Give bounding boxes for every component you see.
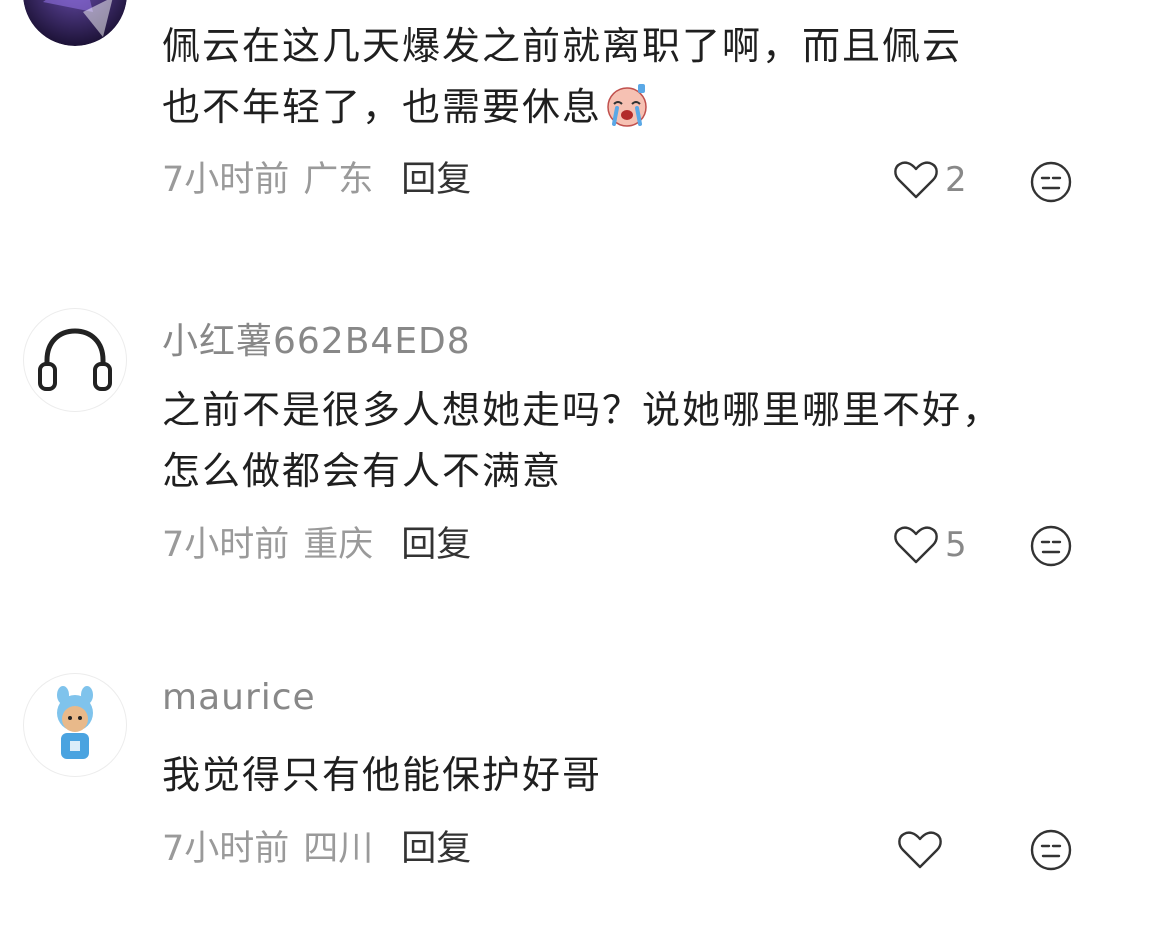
crying-face-icon (602, 84, 652, 146)
username[interactable]: 小红薯662B4ED8 (162, 312, 471, 364)
avatar[interactable] (23, 673, 127, 777)
reply-button[interactable]: 回复 (401, 160, 471, 200)
comment-line: 我觉得只有他能保护好哥 (162, 753, 603, 797)
reply-button[interactable]: 回复 (401, 829, 471, 869)
comment-line: 也不年轻了，也需要休息 (162, 77, 1122, 146)
heart-icon (898, 831, 942, 869)
comment-line: 佩云在这几天爆发之前就离职了啊，而且佩云 (162, 24, 963, 68)
comment-time: 7小时前 (162, 829, 290, 869)
comment-line: 怎么做都会有人不满意 (162, 449, 563, 493)
comment-line-text: 也不年轻了，也需要休息 (162, 85, 603, 129)
like-count: 2 (945, 160, 967, 200)
comment-location: 重庆 (303, 525, 374, 565)
like-count: 5 (945, 525, 967, 565)
like-button[interactable]: 5 (893, 523, 967, 567)
reply-button[interactable]: 回复 (401, 525, 471, 565)
neutral-face-icon (1030, 525, 1072, 567)
username[interactable]: maurice (162, 677, 316, 718)
comment-text: 我觉得只有他能保护好哥 (162, 745, 1122, 806)
comment-meta: 7小时前 四川 回复 (162, 827, 471, 871)
comment-text: 佩云在这几天爆发之前就离职了啊，而且佩云 也不年轻了，也需要休息 (162, 16, 1122, 146)
comment-line: 之前不是很多人想她走吗？说她哪里哪里不好， (162, 388, 1003, 432)
neutral-face-icon (1030, 161, 1072, 203)
avatar-image (23, 0, 127, 46)
comment-location: 四川 (303, 829, 374, 869)
headphones-avatar-icon (38, 328, 112, 391)
comment-time: 7小时前 (162, 160, 290, 200)
like-button[interactable] (897, 828, 949, 872)
heart-icon (894, 161, 938, 199)
heart-icon (894, 526, 938, 564)
dislike-button[interactable] (1029, 828, 1073, 872)
dislike-button[interactable] (1029, 524, 1073, 568)
comment-meta: 7小时前 广东 回复 (162, 158, 471, 202)
avatar[interactable] (23, 0, 127, 46)
comment-meta: 7小时前 重庆 回复 (162, 523, 471, 567)
comment-location: 广东 (303, 160, 374, 200)
cartoon-character-avatar-icon (57, 686, 93, 759)
dislike-button[interactable] (1029, 160, 1073, 204)
neutral-face-icon (1030, 829, 1072, 871)
avatar[interactable] (23, 308, 127, 412)
comment-time: 7小时前 (162, 525, 290, 565)
like-button[interactable]: 2 (893, 158, 967, 202)
comment-text: 之前不是很多人想她走吗？说她哪里哪里不好， 怎么做都会有人不满意 (162, 380, 1122, 502)
